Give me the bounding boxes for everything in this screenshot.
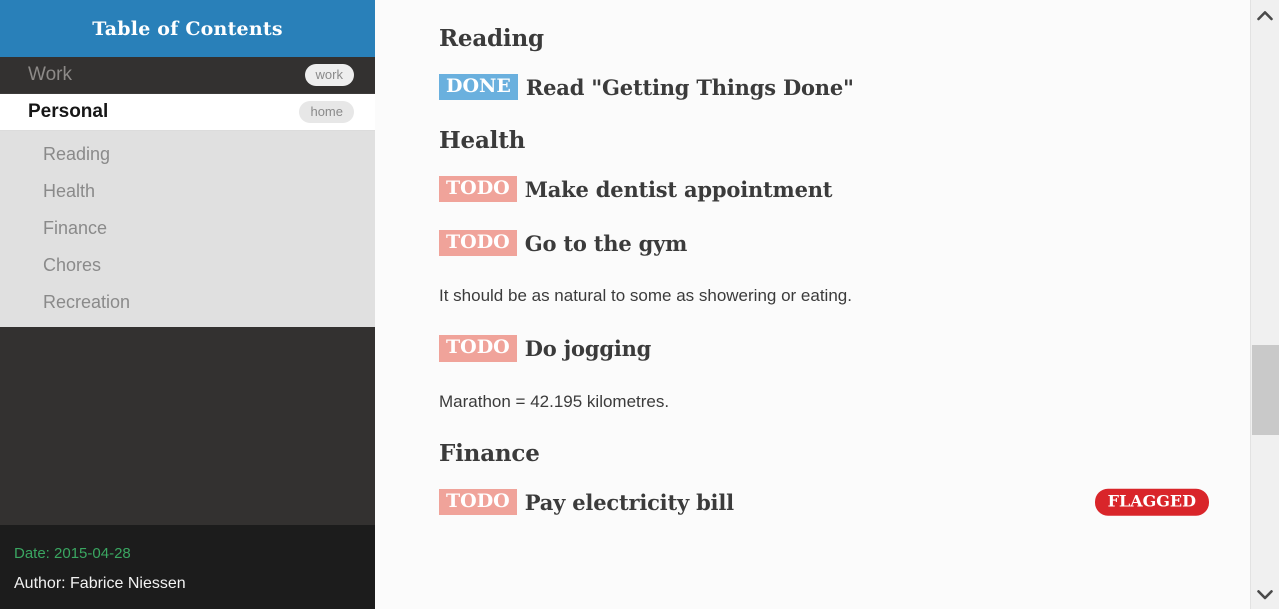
section-heading-reading: Reading [439,25,1209,52]
section-heading-reading-text: Reading [439,25,544,52]
status-badge-done[interactable]: DONE [439,73,518,101]
document-body: Reading DONE Read "Getting Things Done" … [439,0,1279,516]
task-title: Pay electricity bill [524,489,734,515]
sidebar-item-health-label: Health [43,181,96,201]
sidebar-item-recreation-label: Recreation [43,292,131,312]
section-heading-health-text: Health [439,127,526,154]
task-title: Make dentist appointment [524,176,833,202]
sidebar-item-finance-label: Finance [43,218,108,238]
app-root: Table of Contents Work work Personal hom… [0,0,1279,609]
sidebar-footer: Date: 2015-04-28 Author: Fabrice Niessen [0,525,375,609]
section-heading-health: Health [439,127,1209,154]
document-date: Date: 2015-04-28 [14,545,131,562]
section-heading-finance: Finance [439,440,1209,467]
task-row[interactable]: TODO Make dentist appointment [439,175,1209,203]
vertical-scrollbar[interactable] [1250,0,1279,609]
toc-sub-list: Reading Health Finance Chores Recreation [0,131,375,327]
task-title: Go to the gym [524,230,688,256]
tag-badge-home[interactable]: home [299,101,354,123]
chevron-up-icon[interactable] [1251,0,1279,30]
chevron-down-icon[interactable] [1251,579,1279,609]
page-title: Table of Contents [92,17,283,40]
sidebar-item-reading[interactable]: Reading [0,136,375,173]
sidebar-item-chores[interactable]: Chores [0,247,375,284]
sidebar-header: Table of Contents [0,0,375,57]
sidebar-item-personal-label: Personal [28,101,109,122]
sidebar-item-finance[interactable]: Finance [0,210,375,247]
toc-top-list: Work work Personal home [0,57,375,131]
task-row[interactable]: TODO Do jogging [439,335,1209,363]
task-title: Read "Getting Things Done" [525,74,854,100]
sidebar-item-work-label: Work [28,64,72,85]
tag-badge-work[interactable]: work [304,64,354,86]
sidebar-item-personal[interactable]: Personal home [0,94,375,131]
status-badge-todo[interactable]: TODO [439,335,517,362]
sidebar-item-recreation[interactable]: Recreation [0,284,375,321]
sidebar-item-health[interactable]: Health [0,173,375,210]
task-row[interactable]: DONE Read "Getting Things Done" [439,73,1209,101]
status-badge-todo[interactable]: TODO [439,229,517,257]
flagged-tag-badge[interactable]: FLAGGED [1094,488,1209,516]
task-row[interactable]: TODO Pay electricity bill FLAGGED [439,488,1209,516]
task-title: Do jogging [524,336,652,361]
sidebar-item-reading-label: Reading [43,144,111,164]
task-row[interactable]: TODO Go to the gym [439,229,1209,257]
section-heading-finance-text: Finance [439,440,540,467]
document-author: Author: Fabrice Niessen [14,575,186,592]
status-badge-todo[interactable]: TODO [439,175,517,203]
sidebar: Table of Contents Work work Personal hom… [0,0,375,609]
main-content: Reading DONE Read "Getting Things Done" … [375,0,1279,609]
status-badge-todo[interactable]: TODO [439,488,517,516]
paragraph-text: Marathon = 42.195 kilometres. [439,391,670,411]
paragraph-text: It should be as natural to some as showe… [439,286,852,305]
sidebar-item-work[interactable]: Work work [0,57,375,94]
scrollbar-thumb[interactable] [1252,345,1279,435]
sidebar-item-chores-label: Chores [43,255,102,275]
